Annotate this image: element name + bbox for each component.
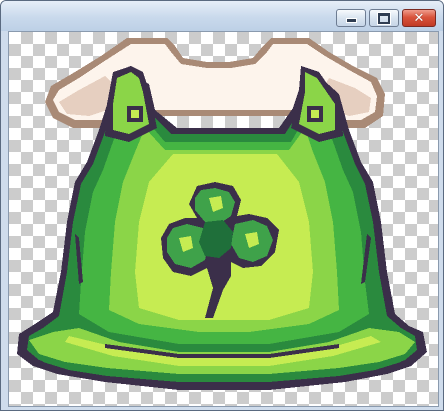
close-icon: ✕ [413,10,425,26]
maximize-button[interactable] [369,9,399,27]
title-bar[interactable]: ✕ [1,1,443,31]
overalls-sprite [17,38,427,390]
right-buckle-fill [311,110,319,118]
left-buckle-fill [131,110,139,118]
image-viewer-window: ✕ [0,0,444,411]
minimize-button[interactable] [336,9,366,27]
minimize-icon [345,18,357,23]
canvas-area [8,31,439,407]
maximize-icon [378,12,390,24]
close-button[interactable]: ✕ [402,9,436,27]
